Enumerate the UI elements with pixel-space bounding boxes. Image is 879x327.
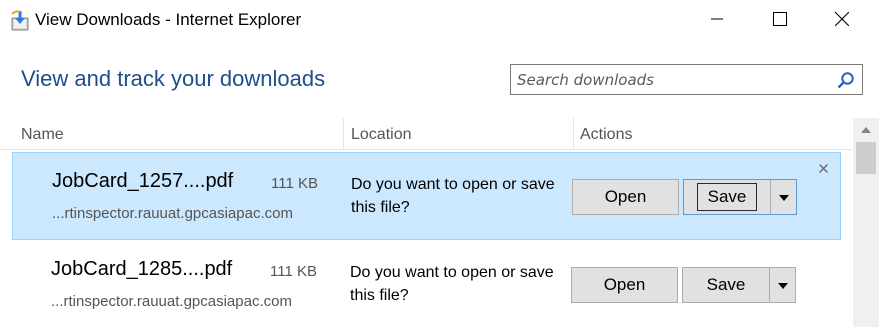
column-header: Name Location Actions	[0, 118, 852, 150]
save-button[interactable]: Save	[684, 180, 770, 214]
file-source: ...rtinspector.rauuat.gpcasiapac.com	[52, 205, 293, 222]
vertical-scrollbar[interactable]	[853, 118, 879, 327]
close-icon[interactable]	[816, 161, 830, 175]
search-box[interactable]	[510, 64, 863, 95]
search-input[interactable]	[517, 69, 827, 91]
minimize-button[interactable]	[687, 0, 747, 42]
save-button[interactable]: Save	[683, 268, 769, 302]
download-item[interactable]: JobCard_1285....pdf 111 KB ...rtinspecto…	[12, 241, 841, 327]
download-item[interactable]: JobCard_1257....pdf 111 KB ...rtinspecto…	[12, 152, 841, 240]
chevron-down-icon	[777, 276, 788, 294]
file-size: 111 KB	[271, 175, 318, 192]
open-button[interactable]: Open	[572, 179, 679, 215]
open-button[interactable]: Open	[571, 267, 678, 303]
close-icon	[834, 11, 850, 31]
download-prompt: Do you want to open or save this file?	[351, 176, 555, 216]
maximize-button[interactable]	[750, 0, 810, 42]
maximize-icon	[773, 11, 787, 31]
scrollbar-thumb[interactable]	[856, 142, 876, 174]
download-prompt: Do you want to open or save this file?	[350, 264, 554, 304]
file-name: JobCard_1285....pdf	[51, 258, 233, 280]
minimize-icon	[711, 12, 723, 30]
file-name: JobCard_1257....pdf	[52, 170, 234, 192]
column-divider	[343, 118, 344, 150]
column-name[interactable]: Name	[21, 126, 64, 144]
window-title: View Downloads - Internet Explorer	[35, 10, 302, 29]
close-window-button[interactable]	[812, 0, 872, 42]
save-options-button[interactable]	[770, 268, 795, 302]
column-actions[interactable]: Actions	[580, 126, 632, 144]
page-title: View and track your downloads	[21, 66, 326, 91]
search-icon[interactable]	[837, 71, 855, 89]
ie-downloads-icon	[10, 10, 30, 32]
chevron-up-icon	[861, 120, 871, 138]
title-bar: View Downloads - Internet Explorer	[0, 0, 879, 42]
save-button-label: Save	[696, 183, 758, 211]
save-button-label: Save	[706, 275, 746, 294]
save-split-button[interactable]: Save	[683, 179, 797, 215]
save-options-button[interactable]	[771, 180, 796, 214]
file-source: ...rtinspector.rauuat.gpcasiapac.com	[51, 293, 292, 310]
scroll-up-button[interactable]	[853, 118, 879, 140]
column-location[interactable]: Location	[351, 126, 412, 144]
file-size: 111 KB	[270, 263, 317, 280]
chevron-down-icon	[778, 188, 789, 206]
save-split-button[interactable]: Save	[682, 267, 796, 303]
column-divider	[573, 118, 574, 150]
